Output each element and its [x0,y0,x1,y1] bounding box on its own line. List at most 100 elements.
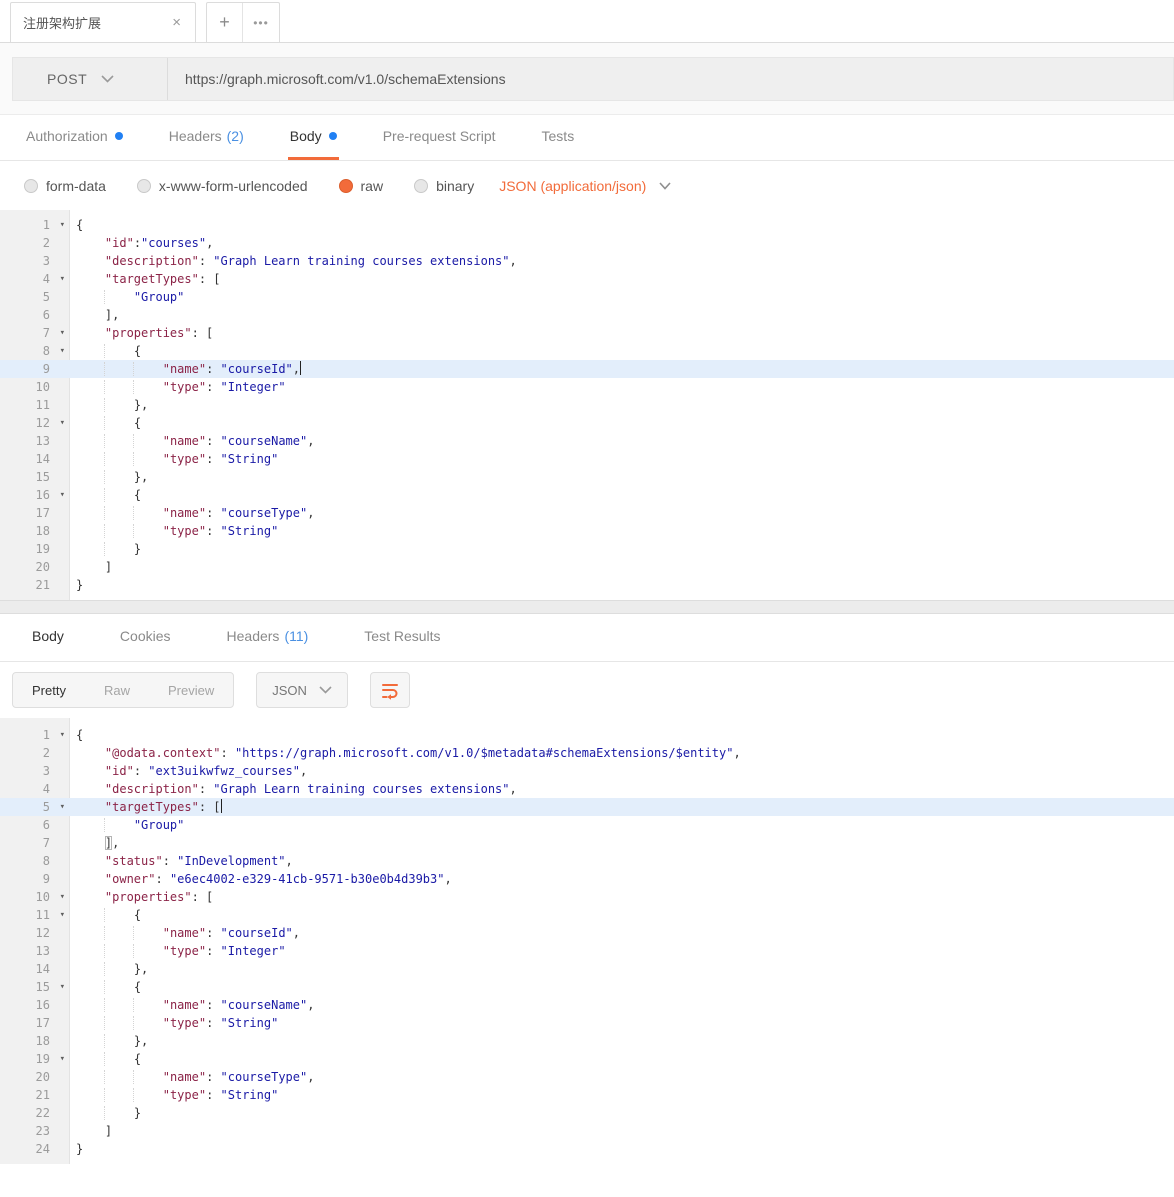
response-format-selector[interactable]: JSON [256,672,348,708]
code-line[interactable]: 15▾ { [0,978,1174,996]
code-line[interactable]: 7 ], [0,834,1174,852]
tab-cookies[interactable]: Cookies [112,614,179,661]
code-line[interactable]: 1▾{ [0,216,1174,234]
tab-body[interactable]: Body [288,115,339,160]
url-input[interactable]: https://graph.microsoft.com/v1.0/schemaE… [168,58,1173,100]
body-mode-x-www-form-urlencoded[interactable]: x-www-form-urlencoded [137,178,308,194]
tab-body[interactable]: Body [24,614,72,661]
fold-icon[interactable]: ▾ [60,486,65,504]
tab-authorization[interactable]: Authorization [24,115,125,160]
code-line[interactable]: 16 "name": "courseName", [0,996,1174,1014]
code-line[interactable]: 19▾ { [0,1050,1174,1068]
request-body-editor[interactable]: 1▾{2 "id":"courses",3 "description": "Gr… [0,210,1174,600]
fold-icon[interactable]: ▾ [60,216,65,234]
fold-icon[interactable]: ▾ [60,888,65,906]
code-line[interactable]: 3 "description": "Graph Learn training c… [0,252,1174,270]
tab-label: Body [290,128,322,144]
code-line[interactable]: 2 "@odata.context": "https://graph.micro… [0,744,1174,762]
code-line[interactable]: 14 }, [0,960,1174,978]
view-mode-pretty[interactable]: Pretty [13,673,85,707]
pane-divider[interactable] [0,600,1174,614]
radio-icon[interactable] [24,179,38,193]
radio-icon[interactable] [414,179,428,193]
wrap-lines-button[interactable] [370,672,410,708]
line-number: 5 [43,290,50,304]
code-line[interactable]: 22 } [0,1104,1174,1122]
code-line[interactable]: 13 "name": "courseName", [0,432,1174,450]
code-line[interactable]: 5 "Group" [0,288,1174,306]
gutter: 10▾ [0,888,70,906]
code-line[interactable]: 18 "type": "String" [0,522,1174,540]
code-line[interactable]: 8 "status": "InDevelopment", [0,852,1174,870]
line-number: 18 [36,524,50,538]
code-line[interactable]: 13 "type": "Integer" [0,942,1174,960]
code-line[interactable]: 1▾{ [0,726,1174,744]
code-line[interactable]: 8▾ { [0,342,1174,360]
body-mode-form-data[interactable]: form-data [24,178,106,194]
code-line[interactable]: 4 "description": "Graph Learn training c… [0,780,1174,798]
code-line[interactable]: 7▾ "properties": [ [0,324,1174,342]
code-line[interactable]: 20 ] [0,558,1174,576]
content-type-selector[interactable]: JSON (application/json) [499,178,671,194]
code-line[interactable]: 6 ], [0,306,1174,324]
code-line[interactable]: 9 "name": "courseId", [0,360,1174,378]
fold-icon[interactable]: ▾ [60,978,65,996]
fold-icon[interactable]: ▾ [60,414,65,432]
fold-icon[interactable]: ▾ [60,798,65,816]
code-line[interactable]: 9 "owner": "e6ec4002-e329-41cb-9571-b30e… [0,870,1174,888]
tab-headers[interactable]: Headers(11) [219,614,317,661]
fold-icon[interactable]: ▾ [60,906,65,924]
fold-icon[interactable]: ▾ [60,270,65,288]
code-line[interactable]: 17 "type": "String" [0,1014,1174,1032]
gutter: 3 [0,252,70,270]
code-line[interactable]: 4▾ "targetTypes": [ [0,270,1174,288]
code-line[interactable]: 12 "name": "courseId", [0,924,1174,942]
fold-icon[interactable]: ▾ [60,726,65,744]
code-line[interactable]: 10 "type": "Integer" [0,378,1174,396]
fold-icon[interactable]: ▾ [60,324,65,342]
body-mode-binary[interactable]: binary [414,178,474,194]
wrap-text-icon [380,680,400,700]
code-line[interactable]: 14 "type": "String" [0,450,1174,468]
code-line[interactable]: 6 "Group" [0,816,1174,834]
tab-headers[interactable]: Headers(2) [167,115,246,160]
code-line[interactable]: 18 }, [0,1032,1174,1050]
code-line[interactable]: 10▾ "properties": [ [0,888,1174,906]
view-mode-raw[interactable]: Raw [85,673,149,707]
response-body-editor[interactable]: 1▾{2 "@odata.context": "https://graph.mi… [0,718,1174,1164]
line-number: 4 [43,782,50,796]
request-tab[interactable]: 注册架构扩展 × [10,2,196,42]
radio-icon[interactable] [339,179,353,193]
close-tab-icon[interactable]: × [170,14,183,31]
code-line[interactable]: 17 "name": "courseType", [0,504,1174,522]
tab-test-results[interactable]: Test Results [356,614,448,661]
fold-icon[interactable]: ▾ [60,1050,65,1068]
code-line[interactable]: 15 }, [0,468,1174,486]
method-selector[interactable]: POST [13,58,168,100]
code-line[interactable]: 21} [0,576,1174,594]
code-line[interactable]: 24} [0,1140,1174,1158]
code-line[interactable]: 11 }, [0,396,1174,414]
code-line[interactable]: 20 "name": "courseType", [0,1068,1174,1086]
code-line[interactable]: 3 "id": "ext3uikwfwz_courses", [0,762,1174,780]
tab-pre-request-script[interactable]: Pre-request Script [381,115,498,160]
line-number: 14 [36,452,50,466]
code-line[interactable]: 2 "id":"courses", [0,234,1174,252]
url-bar-section: POST https://graph.microsoft.com/v1.0/sc… [0,43,1174,115]
code-line[interactable]: 16▾ { [0,486,1174,504]
gutter: 12 [0,924,70,942]
more-tabs-button[interactable]: ••• [243,3,279,42]
tab-tests[interactable]: Tests [540,115,577,160]
gutter: 4 [0,780,70,798]
code-line[interactable]: 11▾ { [0,906,1174,924]
fold-icon[interactable]: ▾ [60,342,65,360]
code-line[interactable]: 12▾ { [0,414,1174,432]
new-tab-button[interactable]: + [207,3,243,42]
code-line[interactable]: 19 } [0,540,1174,558]
body-mode-raw[interactable]: raw [339,178,384,194]
code-line[interactable]: 21 "type": "String" [0,1086,1174,1104]
view-mode-preview[interactable]: Preview [149,673,233,707]
code-line[interactable]: 23 ] [0,1122,1174,1140]
code-line[interactable]: 5▾ "targetTypes": [ [0,798,1174,816]
radio-icon[interactable] [137,179,151,193]
